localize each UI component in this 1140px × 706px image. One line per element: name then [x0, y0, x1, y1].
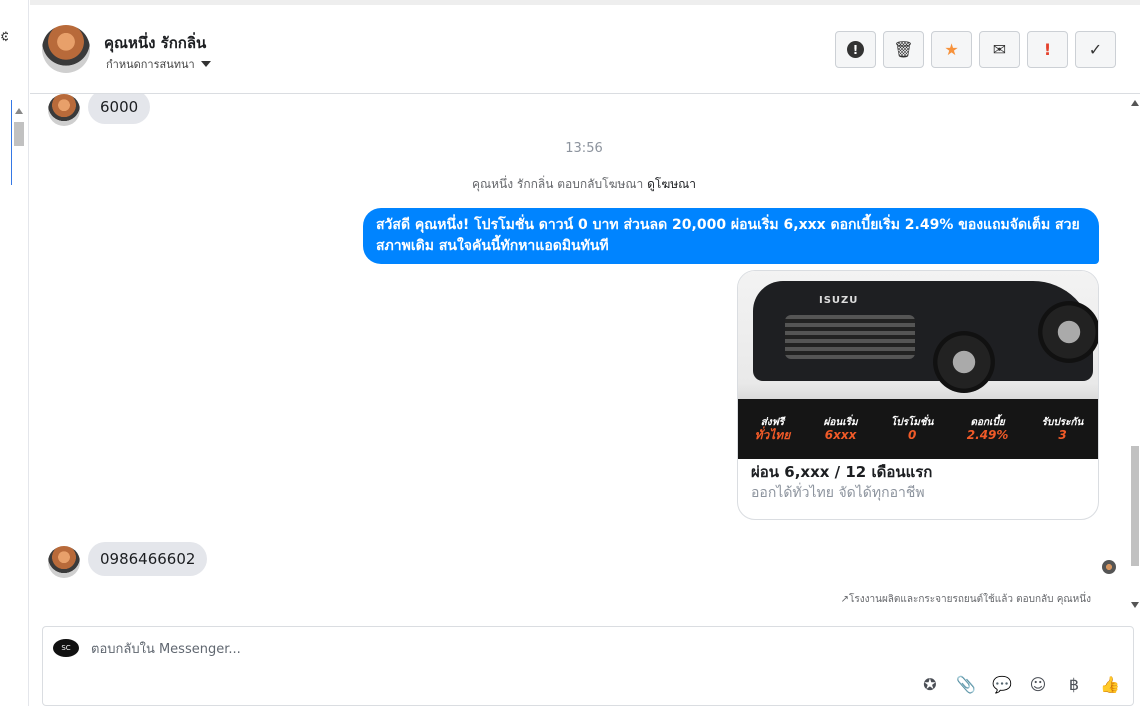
conversation-header: คุณหนึ่ง รักกลิ่น กำหนดการสนทนา ! 🗑 ★ ✉! ✓	[30, 0, 1140, 94]
ad-card-subtitle: ออกได้ทั่วไทย จัดได้ทุกอาชีพ	[751, 485, 925, 501]
incoming-message: 0986466602	[88, 542, 208, 576]
promo-value: 3	[1058, 428, 1067, 442]
saved-reply-button[interactable]: ✪	[919, 673, 941, 695]
promo-item: ผ่อนเริ่ม 6xxx	[824, 416, 858, 442]
truck-grille	[785, 315, 915, 359]
mark-done-button[interactable]: ✓	[1075, 31, 1116, 68]
gear-icon[interactable]: ⚙	[0, 30, 8, 46]
conversation-label-dropdown[interactable]: กำหนดการสนทนา	[106, 55, 211, 73]
thumbs-up-icon: 👍	[1100, 674, 1120, 694]
quick-reply-button[interactable]: 💬	[991, 673, 1013, 695]
message-input[interactable]	[91, 637, 991, 661]
promo-item: โปรโมชั่น 0	[891, 416, 934, 442]
contact-avatar[interactable]	[42, 25, 90, 73]
brand-logo: ISUZU	[819, 295, 859, 306]
ad-reply-note: คุณหนึ่ง รักกลิ่น ตอบกลับโฆษณา ดูโฆษณา	[30, 175, 1130, 194]
composer-tools: ✪ 📎 💬 ☺ ฿ 👍	[919, 673, 1121, 695]
star-icon: ★	[944, 40, 959, 59]
scroll-thumb[interactable]	[1131, 446, 1139, 566]
timestamp: 13:56	[565, 141, 603, 156]
reply-attribution: ↗โรงงานผลิตและกระจายรถยนต์ใช้แล้ว ตอบกลั…	[840, 594, 1091, 605]
delete-button[interactable]: 🗑	[883, 31, 924, 68]
promo-item: ส่งฟรี ทั่วไทย	[755, 416, 791, 442]
header-actions: ! 🗑 ★ ✉! ✓	[835, 31, 1116, 68]
contact-avatar-small	[48, 94, 80, 126]
thread-scrollbar[interactable]	[1130, 94, 1140, 612]
promo-item: ดอกเบี้ย 2.49%	[967, 416, 1009, 442]
page-avatar: SC	[53, 639, 79, 657]
scroll-up-icon[interactable]	[15, 108, 23, 114]
ad-reply-prefix: คุณหนึ่ง รักกลิ่น ตอบกลับโฆษณา	[471, 177, 644, 191]
promo-value: 6xxx	[824, 428, 857, 442]
emoji-button[interactable]: ☺	[1027, 673, 1049, 695]
exclamation-icon: !	[1043, 40, 1052, 59]
left-rail: ⚙	[0, 0, 29, 706]
view-ad-link[interactable]: ดูโฆษณา	[647, 177, 696, 191]
chat-star-icon: ✪	[923, 674, 937, 694]
like-button[interactable]: 👍	[1099, 673, 1121, 695]
ad-card[interactable]: ISUZU ส่งฟรี ทั่วไทย ผ่อนเริ่ม 6xxx โปรโมชั่…	[737, 270, 1099, 520]
scroll-thumb[interactable]	[14, 122, 24, 146]
follow-up-button[interactable]: !	[1027, 31, 1068, 68]
active-indicator	[11, 100, 12, 185]
trash-icon: 🗑	[893, 40, 914, 59]
check-icon: ✓	[1088, 40, 1103, 59]
alert-circle-icon: !	[847, 41, 864, 58]
promo-strip: ส่งฟรี ทั่วไทย ผ่อนเริ่ม 6xxx โปรโมชั่น 0 ดอกเ…	[738, 399, 1098, 459]
contact-avatar-small	[48, 546, 80, 578]
contact-name[interactable]: คุณหนึ่ง รักกลิ่น	[104, 31, 206, 55]
left-scrollbar[interactable]	[11, 100, 27, 185]
message-thread: 6000 13:56 คุณหนึ่ง รักกลิ่น ตอบกลับโฆษณ…	[30, 94, 1130, 612]
scroll-down-icon[interactable]	[1131, 602, 1139, 608]
speech-bubble-icon: 💬	[992, 674, 1012, 694]
promo-value: ทั่วไทย	[754, 428, 791, 442]
spam-button[interactable]: !	[835, 31, 876, 68]
star-button[interactable]: ★	[931, 31, 972, 68]
paperclip-icon: 📎	[956, 674, 976, 694]
seen-indicator-avatar	[1102, 560, 1116, 574]
baht-icon: ฿	[1068, 674, 1080, 694]
ad-card-image: ISUZU ส่งฟรี ทั่วไทย ผ่อนเริ่ม 6xxx โปรโมชั่…	[738, 271, 1098, 459]
scroll-up-icon[interactable]	[1131, 100, 1139, 106]
payment-button[interactable]: ฿	[1063, 673, 1085, 695]
caret-down-icon	[200, 61, 211, 67]
truck-wheel	[933, 331, 995, 393]
promo-value: 0	[908, 428, 917, 442]
smiley-icon: ☺	[1029, 674, 1047, 694]
conversation-label: กำหนดการสนทนา	[106, 58, 195, 71]
attach-button[interactable]: 📎	[955, 673, 977, 695]
outgoing-message: สวัสดี คุณหนึ่ง! โปรโมชั่น ดาวน์ 0 บาท ส…	[363, 208, 1099, 264]
promo-item: รับประกัน 3	[1042, 416, 1084, 442]
envelope-icon: ✉	[992, 40, 1007, 59]
mark-unread-button[interactable]: ✉	[979, 31, 1020, 68]
truck-wheel	[1038, 301, 1098, 363]
ad-card-title: ผ่อน 6,xxx / 12 เดือนแรก	[751, 463, 933, 481]
promo-value: 2.49%	[966, 428, 1009, 442]
composer: SC ✪ 📎 💬 ☺ ฿ 👍	[42, 626, 1134, 706]
incoming-message: 6000	[88, 94, 151, 124]
